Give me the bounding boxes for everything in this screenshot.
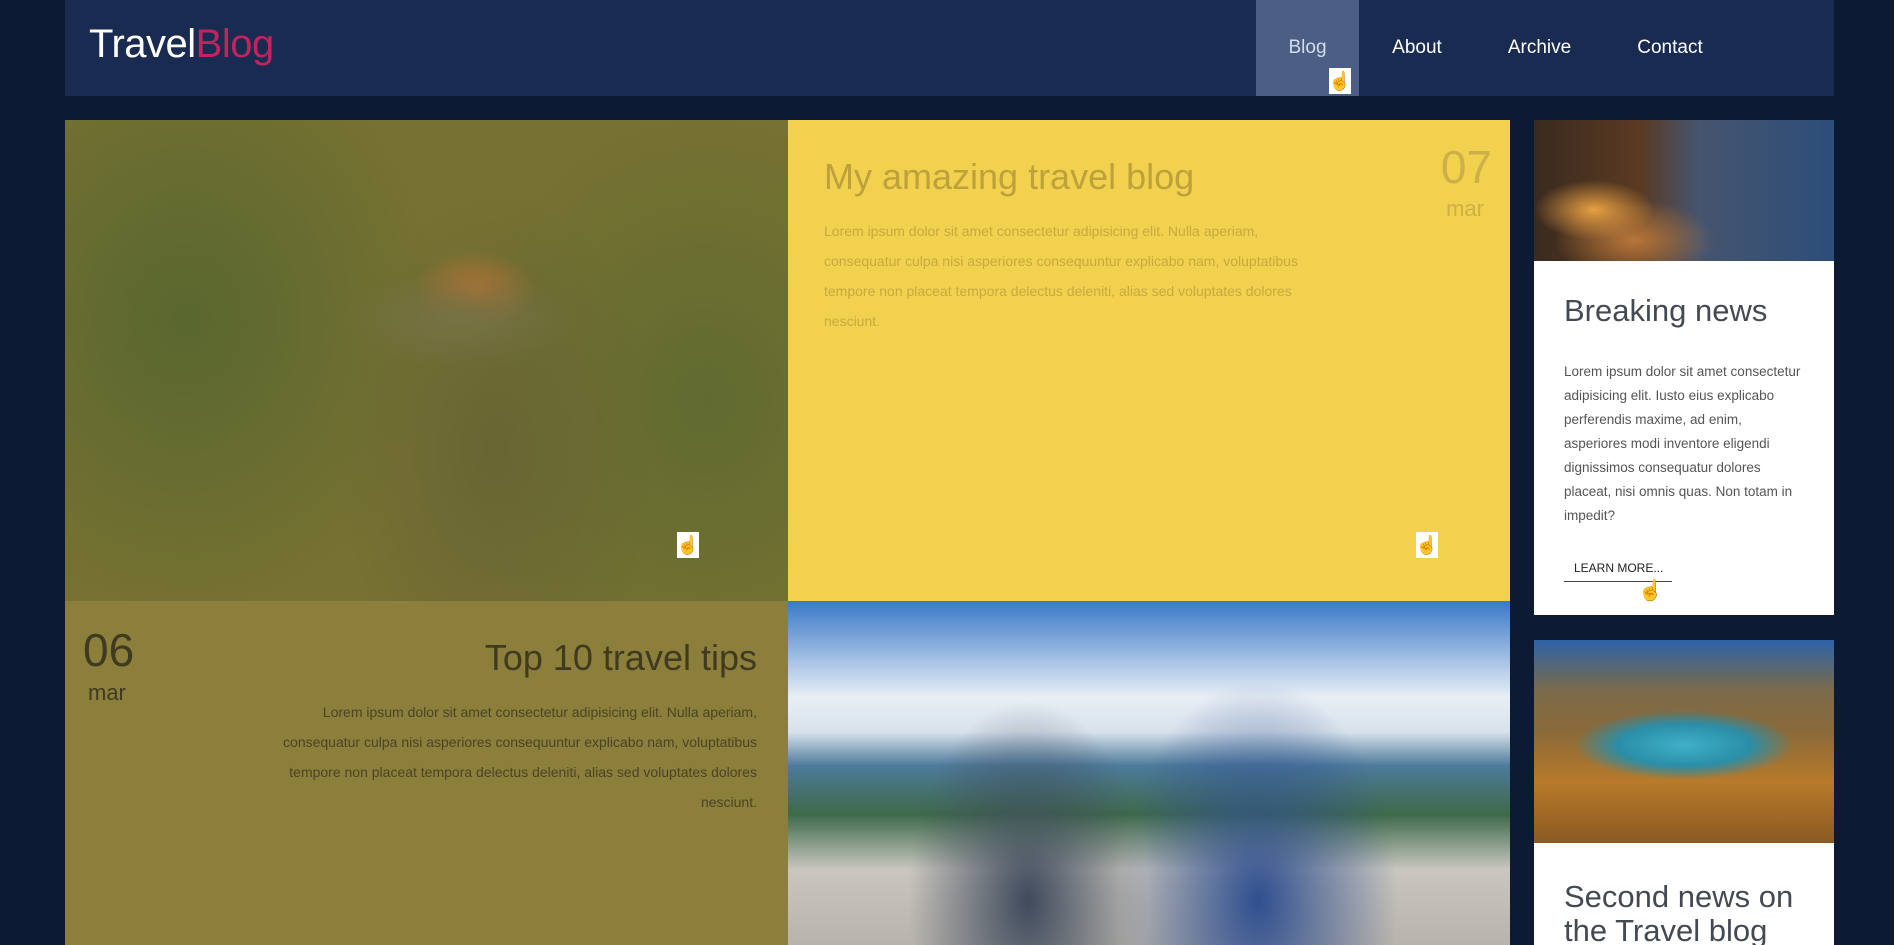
main-nav: Blog ☝ About Archive Contact [1256,0,1834,96]
hand-cursor-icon: ☝ [1329,68,1351,94]
nav-blog-label: Blog [1288,37,1327,58]
card-title[interactable]: Second news on the Travel blog [1564,880,1814,945]
post-title[interactable]: Top 10 travel tips [485,637,757,679]
post-date-day: 07 [1440,141,1492,193]
site-header: TravelBlog Blog ☝ About Archive Contact [65,0,1834,96]
post-card-travel-tips[interactable]: 06 mar Top 10 travel tips Lorem ipsum do… [65,601,788,945]
post-excerpt: Lorem ipsum dolor sit amet consectetur a… [283,704,757,810]
post-date-month: mar [88,680,126,705]
photo-girl-camera[interactable]: ☝ [65,120,788,601]
hand-cursor-icon: ☝ [1416,532,1438,558]
news-card-second: Second news on the Travel blog [1534,640,1834,945]
news-card-breaking: Breaking news Lorem ipsum dolor sit amet… [1534,120,1834,615]
post-card-amazing-travel[interactable]: My amazing travel blog Lorem ipsum dolor… [788,120,1510,601]
post-excerpt: Lorem ipsum dolor sit amet consectetur a… [824,223,1298,329]
nav-about-label: About [1392,37,1442,58]
post-date-day: 06 [83,624,135,676]
card-title[interactable]: Breaking news [1564,294,1767,328]
nav-contact[interactable]: Contact [1604,0,1736,96]
card-image-lake[interactable] [1534,640,1834,843]
nav-blog[interactable]: Blog ☝ [1256,0,1359,96]
card-image-resort[interactable] [1534,120,1834,261]
nav-archive-label: Archive [1507,37,1572,58]
post-date-month: mar [1446,196,1484,221]
site-logo[interactable]: TravelBlog [89,22,274,67]
hand-cursor-icon: ☝ [1638,580,1663,602]
logo-travel: Travel [89,22,196,66]
card-excerpt: Lorem ipsum dolor sit amet consectetur a… [1564,364,1801,523]
nav-about[interactable]: About [1359,0,1475,96]
logo-blog: Blog [195,22,275,66]
nav-archive[interactable]: Archive [1475,0,1604,96]
photo-hikers-mountains[interactable] [788,601,1510,945]
nav-contact-label: Contact [1637,37,1703,58]
hand-cursor-icon: ☝ [677,532,699,558]
learn-more-label: LEARN MORE... [1574,561,1664,575]
post-title[interactable]: My amazing travel blog [824,156,1194,198]
